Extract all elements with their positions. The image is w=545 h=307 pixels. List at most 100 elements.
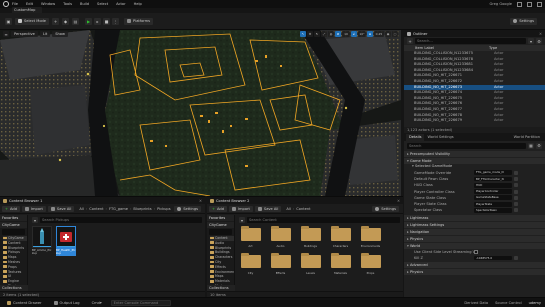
cb2-project-root[interactable]: CityGame (207, 222, 234, 228)
asset-tile[interactable]: BP_Health_Pickup (56, 226, 76, 256)
column-type[interactable]: Type (489, 46, 497, 50)
blueprint-icon[interactable]: ◆ (62, 17, 70, 25)
grid-view-icon[interactable]: ▦ (528, 142, 534, 149)
show-button[interactable]: Show (52, 31, 68, 37)
close-icon[interactable]: ✕ (199, 199, 202, 203)
crumb-ftg-game[interactable]: FTG_game (109, 207, 128, 211)
property-value[interactable]: SpectatorPawn (474, 208, 512, 213)
outliner-settings-icon[interactable]: ⚙ (536, 38, 542, 44)
save-icon[interactable]: ▣ (5, 17, 12, 25)
add-button[interactable]: + Add (2, 205, 20, 212)
skip-icon[interactable]: ▸ (94, 17, 102, 25)
select-mode-button[interactable]: Select Mode (15, 17, 50, 25)
angle-snap-value[interactable]: 10° (358, 31, 366, 37)
folder-tile[interactable]: Props (359, 253, 382, 276)
folder-tile[interactable]: Characters (329, 226, 352, 249)
source-control-button[interactable]: Source Control (495, 301, 521, 305)
crumb-all[interactable]: All (79, 207, 83, 211)
import-button[interactable]: Import (21, 205, 46, 212)
filter-icon[interactable]: ▾ (32, 217, 38, 223)
outliner-search-input[interactable]: Search... (415, 38, 526, 44)
lit-button[interactable]: Lit (39, 31, 51, 37)
stop-icon[interactable]: ■ (103, 17, 111, 25)
select-tool-icon[interactable]: ↖ (300, 31, 306, 37)
viewport-menu-icon[interactable]: ≡ (3, 31, 9, 37)
settings-button[interactable]: Settings (510, 17, 537, 25)
filter-icon[interactable]: ▾ (528, 38, 534, 44)
column-item-label[interactable]: Item Label (407, 46, 489, 50)
details-category[interactable]: Precomputed Visibility (404, 151, 545, 157)
perspective-button[interactable]: Perspective (11, 31, 38, 37)
cb1-folder-search[interactable] (2, 229, 25, 235)
console-command-input[interactable]: Enter Console Command (110, 299, 171, 306)
browse-icon[interactable] (514, 176, 518, 181)
browse-icon[interactable] (514, 195, 518, 200)
folder-tile[interactable]: Environments (359, 226, 382, 249)
cb1-search-input[interactable]: Search Pickups (40, 217, 202, 223)
folder-tile[interactable]: Buildings (299, 226, 322, 249)
browse-icon[interactable] (514, 170, 518, 175)
add-filter-icon[interactable]: + (407, 38, 413, 44)
cb2-folder-search[interactable] (209, 229, 232, 235)
level-viewport[interactable]: ≡ Perspective Lit Show ↖ ✥ ↻ ⤢ ◍ # 10 ∠ … (0, 30, 401, 196)
crumb-pickups[interactable]: Pickups (157, 207, 170, 211)
content-drawer-button[interactable]: Content Drawer (4, 299, 45, 306)
cb1-favorites[interactable]: Favorites (0, 215, 27, 221)
cb1-project-root[interactable]: CityGame (0, 222, 27, 228)
tab-world-partition[interactable]: World Partition (511, 134, 543, 141)
browse-icon[interactable] (514, 189, 518, 194)
property-value[interactable]: -1048575.0 (474, 255, 512, 261)
add-button[interactable]: + Add (209, 205, 227, 212)
tab-world-settings[interactable]: World Settings (424, 134, 456, 141)
menu-actor[interactable]: Actor (116, 2, 125, 6)
property-value[interactable]: BP_FTGCharacter_N (474, 176, 512, 182)
menu-window[interactable]: Window (41, 2, 55, 6)
import-button[interactable]: Import (228, 205, 253, 212)
cb2-favorites[interactable]: Favorites (207, 215, 234, 221)
minimize-icon[interactable] (517, 1, 522, 7)
details-category[interactable]: Lightmass (404, 214, 545, 221)
translate-tool-icon[interactable]: ✥ (307, 31, 313, 37)
details-category[interactable]: Advanced (404, 262, 545, 269)
details-category[interactable]: Lightmass Settings (404, 221, 545, 228)
derived-data-button[interactable]: Derived Data (464, 301, 488, 305)
scale-snap-value[interactable]: 0.25 (374, 31, 384, 37)
scale-tool-icon[interactable]: ⤢ (321, 31, 327, 37)
cmd-selector[interactable]: Cmd ▾ (89, 299, 105, 306)
cb2-search-input[interactable]: Search Content (247, 217, 400, 223)
save-all-button[interactable]: Save All (47, 205, 75, 212)
property-value[interactable]: FTG_game_mode_N (474, 170, 512, 176)
browse-icon[interactable] (514, 202, 518, 207)
details-category[interactable]: Physics (404, 269, 545, 276)
crumb-all[interactable]: All (286, 207, 290, 211)
property-value[interactable]: GameStateBase (474, 195, 512, 201)
menu-tools[interactable]: Tools (63, 2, 72, 6)
property-value[interactable]: HUD (474, 182, 512, 188)
folder-tile[interactable]: Audio (269, 226, 292, 249)
folder-tile[interactable]: Effects (269, 253, 292, 276)
details-settings-icon[interactable]: ⚙ (536, 142, 542, 149)
maximize-icon[interactable] (527, 1, 532, 7)
play-icon[interactable]: ▶ (85, 17, 93, 25)
cb2-settings-button[interactable]: Settings (372, 205, 399, 212)
world-local-icon[interactable]: ◍ (328, 31, 334, 37)
cinematics-icon[interactable]: ▤ (72, 17, 80, 25)
folder-tile[interactable]: Levels (299, 253, 322, 276)
rotate-tool-icon[interactable]: ↻ (314, 31, 320, 37)
play-options-icon[interactable]: ⋮ (112, 17, 120, 25)
menu-build[interactable]: Build (80, 2, 89, 6)
scale-snap-icon[interactable]: ⊡ (367, 31, 373, 37)
close-icon[interactable] (537, 1, 542, 7)
details-category[interactable]: Navigation (404, 228, 545, 235)
folder-tile[interactable]: Materials (329, 253, 352, 276)
outliner-row[interactable]: BUILDING_NO_HIT_226679 Actor (404, 118, 545, 124)
asset-tile[interactable]: BP_Ammo_Pickup (32, 226, 52, 256)
property-value[interactable]: PlayerState (474, 201, 512, 207)
angle-snap-icon[interactable]: ∠ (351, 31, 357, 37)
close-icon[interactable]: ✕ (397, 199, 400, 203)
maximize-viewport-icon[interactable]: ▢ (392, 31, 398, 37)
grid-snap-icon[interactable]: # (335, 31, 341, 37)
filter-icon[interactable]: ▾ (239, 217, 245, 223)
crumb-content[interactable]: Content (296, 207, 310, 211)
details-search-input[interactable]: Search (407, 142, 526, 149)
